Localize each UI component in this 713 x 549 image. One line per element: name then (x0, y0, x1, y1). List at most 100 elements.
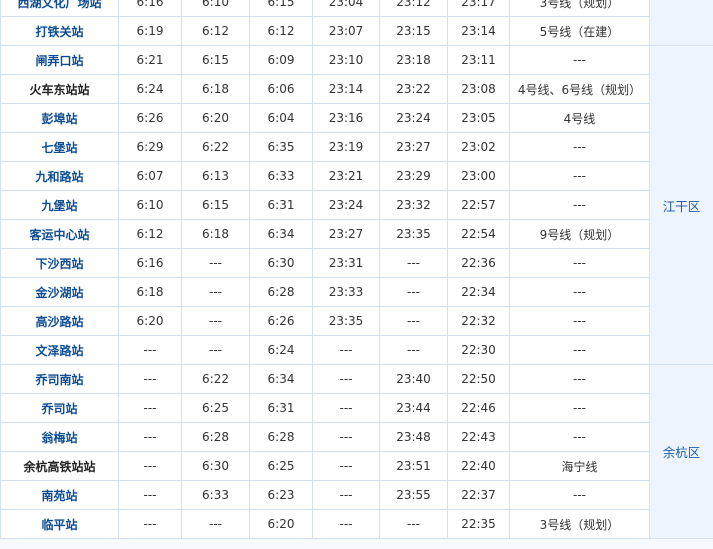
first-train-down-a-cell: 6:20 (181, 103, 250, 133)
station-name[interactable]: 南苑站 (0, 480, 119, 510)
first-train-down-a-cell: --- (181, 248, 250, 278)
first-train-up-cell: 6:10 (118, 190, 182, 220)
first-train-down-a-cell: 6:15 (181, 45, 250, 75)
station-name[interactable]: 闸弄口站 (0, 45, 119, 75)
table-row: 翁梅站 --- 6:28 6:28 --- 23:48 22:43 --- (0, 422, 713, 452)
last-train-down-b-cell: 23:00 (447, 161, 510, 191)
first-train-down-b-cell: 6:26 (249, 306, 313, 336)
district-label[interactable]: 江干区 (663, 199, 701, 214)
last-train-down-a-cell: 23:27 (379, 132, 448, 162)
station-name[interactable]: 金沙湖站 (0, 277, 119, 307)
last-train-down-b-cell: 22:40 (447, 451, 510, 481)
station-name[interactable]: 乔司站 (0, 393, 119, 423)
first-train-down-b-cell: 6:25 (249, 451, 313, 481)
last-train-down-b-cell: 22:54 (447, 219, 510, 249)
last-train-down-b-cell: 23:08 (447, 74, 510, 104)
transfer-cell: --- (509, 393, 650, 423)
last-train-down-b-cell: 22:36 (447, 248, 510, 278)
first-train-down-b-cell: 6:31 (249, 190, 313, 220)
first-train-up-cell: --- (118, 480, 182, 510)
transfer-cell: --- (509, 161, 650, 191)
last-train-down-b-cell: 22:46 (447, 393, 510, 423)
table-row: 打铁关站 6:19 6:12 6:12 23:07 23:15 23:14 5号线（在建） (0, 16, 713, 46)
last-train-up-cell: 23:04 (312, 0, 380, 17)
first-train-up-cell: --- (118, 422, 182, 452)
last-train-up-cell: --- (312, 480, 380, 510)
district-cell: 下城区 (649, 0, 713, 46)
first-train-down-b-cell: 6:12 (249, 16, 313, 46)
first-train-up-cell: --- (118, 364, 182, 394)
first-train-down-a-cell: --- (181, 277, 250, 307)
last-train-down-b-cell: 22:35 (447, 509, 510, 539)
transfer-cell: --- (509, 190, 650, 220)
station-name: 余杭高铁站站 (0, 451, 119, 481)
transfer-cell: --- (509, 277, 650, 307)
station-name[interactable]: 彭埠站 (0, 103, 119, 133)
first-train-up-cell: --- (118, 335, 182, 365)
last-train-down-a-cell: 23:29 (379, 161, 448, 191)
last-train-down-a-cell: --- (379, 335, 448, 365)
station-name[interactable]: 七堡站 (0, 132, 119, 162)
first-train-down-a-cell: 6:15 (181, 190, 250, 220)
transfer-cell: --- (509, 248, 650, 278)
first-train-up-cell: 6:24 (118, 74, 182, 104)
last-train-down-a-cell: 23:44 (379, 393, 448, 423)
first-train-down-a-cell: --- (181, 306, 250, 336)
last-train-up-cell: 23:31 (312, 248, 380, 278)
first-train-down-a-cell: 6:33 (181, 480, 250, 510)
first-train-up-cell: 6:16 (118, 248, 182, 278)
last-train-down-a-cell: 23:40 (379, 364, 448, 394)
table-row: 西湖文化广场站 6:16 6:10 6:15 23:04 23:12 23:17 3号线（规划… (0, 0, 713, 46)
table-row: 乔司南站 --- 6:22 6:34 --- 23:40 22:50 --- 余杭区 (0, 364, 713, 539)
station-name[interactable]: 打铁关站 (0, 16, 119, 46)
last-train-up-cell: 23:35 (312, 306, 380, 336)
station-name: 火车东站站 (0, 74, 119, 104)
station-name[interactable]: 翁梅站 (0, 422, 119, 452)
table-row: 闸弄口站 6:21 6:15 6:09 23:10 23:18 23:11 --- 江干区 (0, 45, 713, 365)
first-train-down-a-cell: 6:25 (181, 393, 250, 423)
last-train-down-a-cell: 23:35 (379, 219, 448, 249)
last-train-down-b-cell: 23:17 (447, 0, 510, 17)
transfer-cell: --- (509, 480, 650, 510)
first-train-down-b-cell: 6:24 (249, 335, 313, 365)
first-train-down-a-cell: --- (181, 335, 250, 365)
district-label[interactable]: 下城区 (650, 0, 713, 1)
station-name[interactable]: 九和路站 (0, 161, 119, 191)
last-train-up-cell: --- (312, 422, 380, 452)
station-name[interactable]: 高沙路站 (0, 306, 119, 336)
first-train-down-b-cell: 6:28 (249, 422, 313, 452)
last-train-down-a-cell: 23:12 (379, 0, 448, 17)
last-train-up-cell: 23:10 (312, 45, 380, 75)
station-name[interactable]: 九堡站 (0, 190, 119, 220)
district-label[interactable]: 余杭区 (663, 445, 701, 460)
table-row: 文泽路站 --- --- 6:24 --- --- 22:30 --- (0, 335, 713, 365)
first-train-up-cell: 6:07 (118, 161, 182, 191)
table-row: 客运中心站 6:12 6:18 6:34 23:27 23:35 22:54 9号线（规划） (0, 219, 713, 249)
station-name[interactable]: 下沙西站 (0, 248, 119, 278)
table-row: 金沙湖站 6:18 --- 6:28 23:33 --- 22:34 --- (0, 277, 713, 307)
first-train-down-b-cell: 6:34 (249, 364, 313, 394)
table-row: 七堡站 6:29 6:22 6:35 23:19 23:27 23:02 --- (0, 132, 713, 162)
first-train-down-b-cell: 6:31 (249, 393, 313, 423)
first-train-up-cell: --- (118, 451, 182, 481)
station-name[interactable]: 乔司南站 (0, 364, 119, 394)
station-name[interactable]: 临平站 (0, 509, 119, 539)
last-train-up-cell: --- (312, 335, 380, 365)
first-train-down-a-cell: 6:18 (181, 74, 250, 104)
station-name[interactable]: 客运中心站 (0, 219, 119, 249)
first-train-down-b-cell: 6:35 (249, 132, 313, 162)
station-name[interactable]: 西湖文化广场站 (0, 0, 119, 17)
station-name[interactable]: 文泽路站 (0, 335, 119, 365)
first-train-down-a-cell: 6:12 (181, 16, 250, 46)
first-train-up-cell: --- (118, 509, 182, 539)
last-train-up-cell: --- (312, 393, 380, 423)
transfer-cell: 3号线（规划） (509, 509, 650, 539)
last-train-down-b-cell: 23:05 (447, 103, 510, 133)
last-train-up-cell: 23:21 (312, 161, 380, 191)
first-train-down-a-cell: --- (181, 509, 250, 539)
first-train-down-b-cell: 6:33 (249, 161, 313, 191)
first-train-up-cell: 6:12 (118, 219, 182, 249)
last-train-down-a-cell: 23:18 (379, 45, 448, 75)
last-train-up-cell: 23:19 (312, 132, 380, 162)
first-train-up-cell: 6:29 (118, 132, 182, 162)
